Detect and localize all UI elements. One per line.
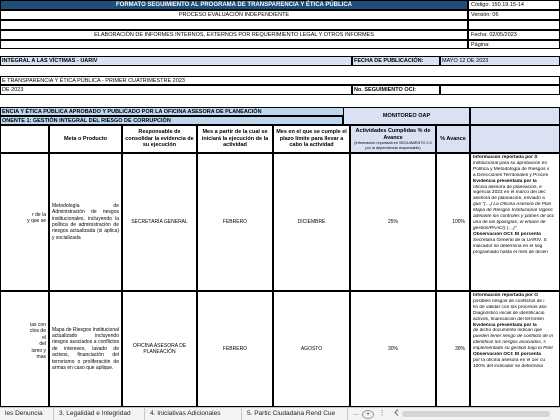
observation-line: institucional para su aprobación en bbox=[473, 160, 548, 166]
observation-line: 100% del indicador se determina bbox=[473, 363, 543, 369]
chevron-left-icon bbox=[393, 409, 398, 416]
sheet-tab-participacion[interactable]: 5. Partic Ciudadana Rend Cue bbox=[242, 408, 348, 420]
col-activities-label: Actividades Cumplidas % de Avance bbox=[355, 128, 431, 141]
sheet-tab-denuncias[interactable]: les Denuncia bbox=[0, 408, 54, 420]
col-start: Mes a partir de la cual se iniciará la e… bbox=[197, 125, 273, 153]
entity-name: INTEGRAL A LAS VÍCTIMAS - UARIV bbox=[0, 56, 352, 66]
blank-meta bbox=[468, 20, 560, 30]
row2-activity: ias con ctos de el del ismo y mas bbox=[0, 291, 49, 407]
publication-label: FECHA DE PUBLICACIÓN: bbox=[352, 56, 440, 66]
row1-end: DICIEMBRE bbox=[273, 153, 350, 291]
blank-row bbox=[0, 40, 468, 49]
sheet-tab-legalidad[interactable]: 3. Legalidad e Integridad bbox=[54, 408, 145, 420]
program-name: E TRANSPARENCIA Y ÉTICA PÚBLICA - PRIMER… bbox=[0, 76, 560, 85]
row2-meta: Mapa de Riesgos Institucional actualizad… bbox=[49, 291, 122, 407]
row1-meta: Metodología de Administración de riesgos… bbox=[49, 153, 122, 291]
col-responsible: Responsable de consolidar la evidencia d… bbox=[122, 125, 197, 153]
doc-page: Página: bbox=[468, 40, 560, 49]
component-header: ONENTE 1: GESTIÓN INTEGRAL DEL RIESGO DE… bbox=[0, 116, 343, 125]
observation-line: a Direcciones Territoriales y Proces bbox=[473, 172, 549, 178]
cut-date: DE 2023 bbox=[0, 85, 352, 95]
observation-line: por la oficina asesora en el 1er cu bbox=[473, 357, 545, 363]
scroll-left-icon[interactable] bbox=[392, 409, 400, 420]
subprocess-label: ELABORACIÓN DE INFORMES INTERNOS, EXTERN… bbox=[0, 30, 468, 40]
seguimiento-label: No. SEGUIMIENTO OCI: bbox=[352, 85, 440, 95]
col-observations bbox=[470, 125, 560, 153]
process-label: PROCESO EVALUACIÓN INDEPENDIENTE bbox=[0, 10, 468, 20]
observation-line: una de las tipologías, el enlace de bbox=[473, 219, 546, 225]
observation-line: Diagnóstico inicial de identificacio bbox=[473, 310, 545, 316]
row2-advance: 30% bbox=[436, 291, 470, 407]
row1-activities: 25% bbox=[350, 153, 436, 291]
doc-code: Código: 150.19.15-14 bbox=[468, 0, 560, 10]
observation-line: Secretaría General de la UARIV. S bbox=[473, 237, 547, 243]
doc-date: Fecha: 02/05/2023 bbox=[468, 30, 560, 40]
monitoring-header: MONITOREO OAP bbox=[343, 107, 470, 125]
row2-observations: Información reportada por Oposibles ries… bbox=[470, 291, 560, 407]
add-sheet-button[interactable]: + bbox=[362, 410, 374, 419]
col-meta: Meta o Producto bbox=[49, 125, 122, 153]
blank-row bbox=[0, 20, 468, 30]
col-advance: % Avance bbox=[436, 125, 470, 153]
row2-end: AGOSTO bbox=[273, 291, 350, 407]
row1-activity: r de la y que se bbox=[0, 153, 49, 291]
doc-version: Versión: 06 bbox=[468, 10, 560, 20]
row1-meta-text: Metodología de Administración de riesgos… bbox=[52, 202, 119, 241]
row1-responsible: SECRETARÍA GENERAL bbox=[122, 153, 197, 291]
row2-activities: 30% bbox=[350, 291, 436, 407]
row1-advance: 100% bbox=[436, 153, 470, 291]
publication-date: MAYO 12 DE 2023 bbox=[440, 56, 560, 66]
form-title: FORMATO SEGUIMIENTO AL PROGRAMA DE TRANS… bbox=[0, 0, 468, 10]
col-activities-note: (Información reportada en SEGUIMIENTO 2.… bbox=[354, 141, 432, 150]
sheet-tab-iniciativas[interactable]: 4. Iniciativas Adicionales bbox=[145, 408, 242, 420]
horizontal-scrollbar[interactable] bbox=[402, 411, 550, 417]
row2-start: FEBRERO bbox=[197, 291, 273, 407]
blank-head bbox=[470, 107, 560, 125]
row1-start: FEBRERO bbox=[197, 153, 273, 291]
row2-responsible: OFICINA ASESORA DE PLANEACIÓN bbox=[122, 291, 197, 407]
observation-line: Política y Metodología de Riesgos v bbox=[473, 166, 550, 172]
observation-line: posibles riesgos de conflictos de i bbox=[473, 298, 545, 304]
col-end: Mes en el que se cumple el plazo límite … bbox=[273, 125, 350, 153]
more-sheets-button[interactable]: ... bbox=[350, 409, 362, 420]
sheet-options-icon[interactable]: ⋮ bbox=[378, 409, 386, 420]
observation-line: programado hasta el mes de dicien bbox=[473, 249, 548, 255]
col-activity bbox=[0, 125, 49, 153]
observation-line: fin de validar con los procesos aso bbox=[473, 304, 547, 310]
col-activities: Actividades Cumplidas % de Avance (Infor… bbox=[350, 125, 436, 153]
seguimiento-value[interactable] bbox=[440, 85, 560, 95]
row2-meta-text: Mapa de Riesgos Institucional actualizad… bbox=[52, 326, 119, 372]
row1-observations: Información reportada por Sinstitucional… bbox=[470, 153, 560, 291]
sheet-tab-bar: les Denuncia 3. Legalidad e Integridad 4… bbox=[0, 407, 560, 420]
